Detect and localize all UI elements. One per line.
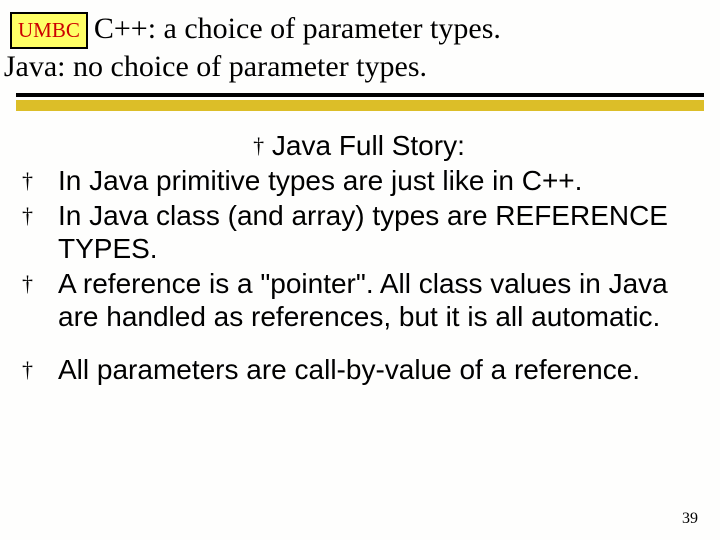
final-text: All parameters are call-by-value of a re… — [58, 353, 698, 386]
title-line-2: Java: no choice of parameter types. — [4, 48, 427, 86]
divider-rules — [16, 93, 704, 111]
bullet-text: In Java primitive types are just like in… — [58, 164, 698, 197]
dagger-icon: † — [20, 353, 58, 386]
bullet-row: † A reference is a "pointer". All class … — [20, 267, 698, 333]
bullet-text: In Java class (and array) types are REFE… — [58, 199, 698, 265]
bullet-text: A reference is a "pointer". All class va… — [58, 267, 698, 333]
dagger-icon: † — [20, 164, 58, 197]
dagger-icon: † — [253, 133, 264, 158]
title-line-1: C++: a choice of parameter types. — [94, 10, 517, 48]
bullet-row: † In Java class (and array) types are RE… — [20, 199, 698, 265]
slide-header: UMBC C++: a choice of parameter types. J… — [0, 0, 720, 85]
lead-line: † Java Full Story: — [20, 129, 698, 162]
divider-gold — [16, 100, 704, 111]
bullet-row: † In Java primitive types are just like … — [20, 164, 698, 197]
dagger-icon: † — [20, 199, 58, 265]
slide-body: † Java Full Story: † In Java primitive t… — [0, 111, 720, 386]
page-number: 39 — [682, 510, 698, 528]
umbc-logo: UMBC — [10, 12, 88, 49]
final-row: † All parameters are call-by-value of a … — [20, 353, 698, 386]
slide-title: C++: a choice of parameter types. Java: … — [94, 10, 517, 85]
dagger-icon: † — [20, 267, 58, 333]
lead-text: Java Full Story: — [272, 130, 465, 161]
